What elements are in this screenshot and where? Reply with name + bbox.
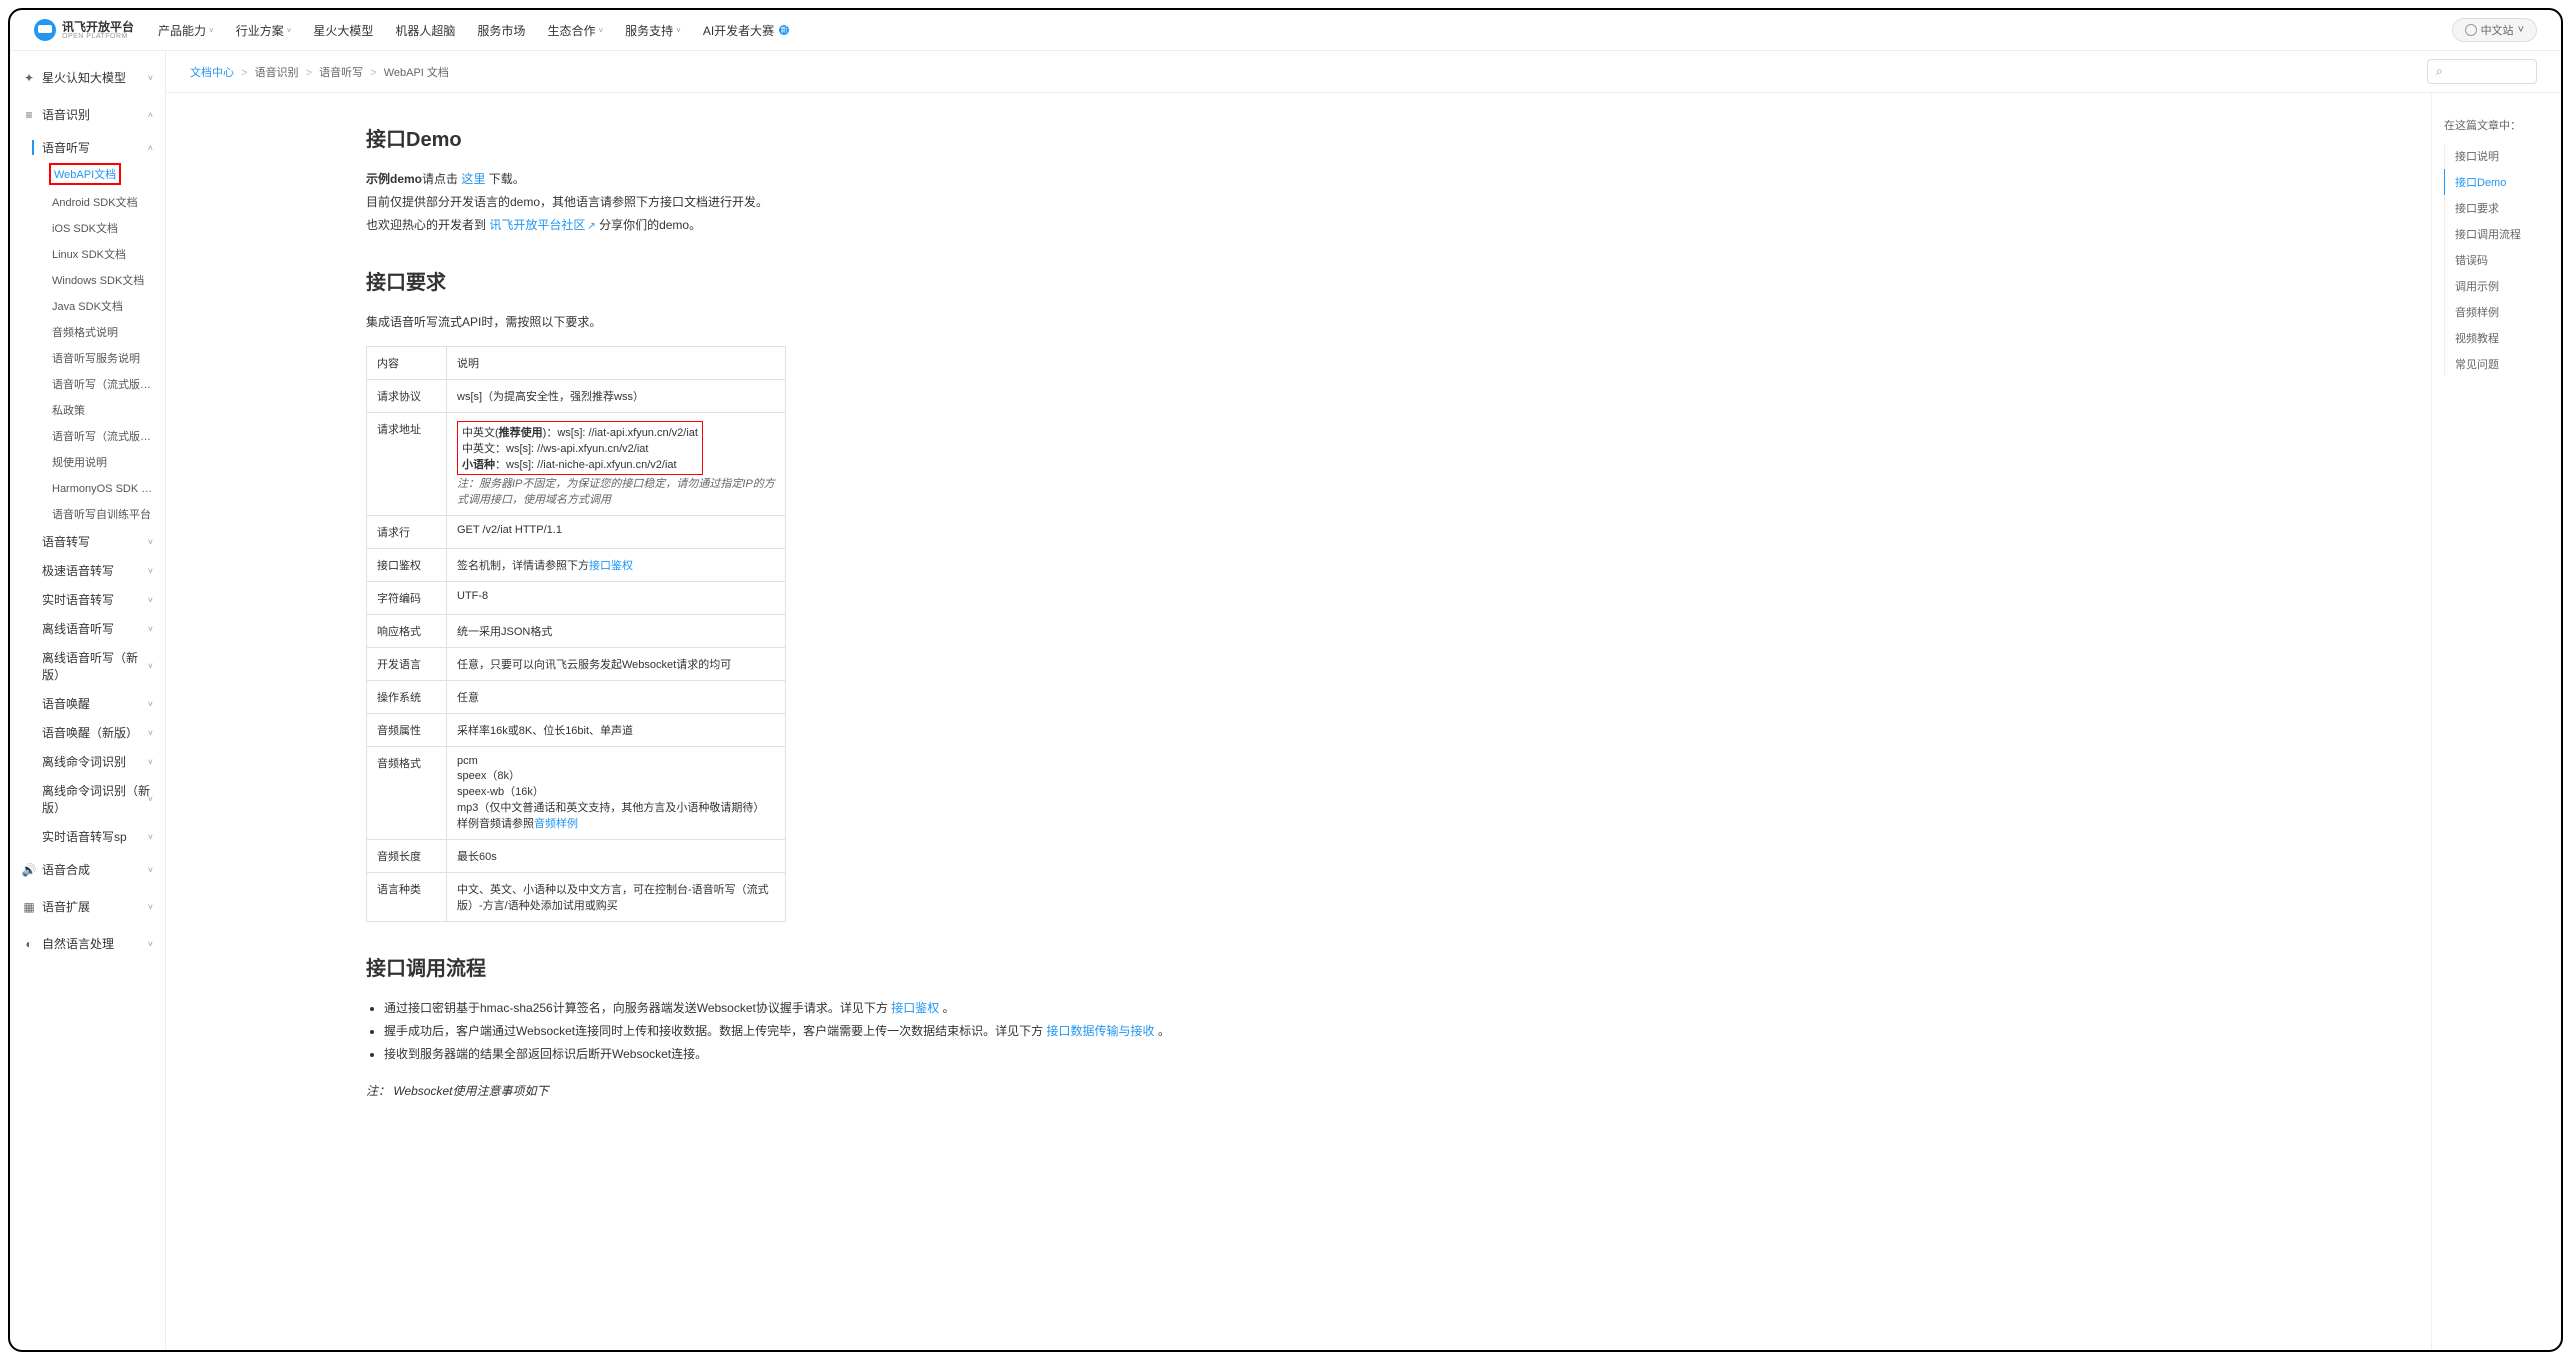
language-label: 中文站 bbox=[2481, 22, 2514, 38]
sidebar-sub-9[interactable]: 实时语音转写sp˅ bbox=[10, 822, 165, 851]
highlighted-endpoints: 中英文(推荐使用)：ws[s]: //iat-api.xfyun.cn/v2/i… bbox=[457, 421, 703, 475]
nav-item-5[interactable]: 生态合作˅ bbox=[547, 22, 603, 39]
sidebar-group-tts[interactable]: 🔊 语音合成 ˅ bbox=[10, 851, 165, 888]
nav-item-0[interactable]: 产品能力˅ bbox=[158, 22, 214, 39]
logo-subtext: OPEN PLATFORM bbox=[62, 33, 134, 40]
community-link[interactable]: 讯飞开放平台社区↗ bbox=[489, 218, 595, 232]
language-switch[interactable]: 中文站 ˅ bbox=[2452, 18, 2537, 42]
nav-item-7[interactable]: AI开发者大赛新 bbox=[703, 22, 789, 39]
sidebar-sub-4[interactable]: 离线语音听写（新版）˅ bbox=[10, 643, 165, 689]
sidebar-sub-5[interactable]: 语音唤醒˅ bbox=[10, 689, 165, 718]
chevron-down-icon: ˅ bbox=[148, 865, 153, 875]
sidebar: ✦ 星火认知大模型 ˅ ≡ 语音识别 ˄ 语音听写 ˄ WebAPI文档 And… bbox=[10, 51, 166, 1350]
sidebar-leaf-8[interactable]: 语音听写（流式版）SDK隐 bbox=[10, 371, 165, 397]
chevron-down-icon: ˅ bbox=[148, 939, 153, 949]
logo[interactable]: 讯飞开放平台 OPEN PLATFORM bbox=[34, 19, 134, 41]
toc-item-5[interactable]: 调用示例 bbox=[2444, 273, 2549, 299]
nav-item-3[interactable]: 机器人超脑 bbox=[395, 22, 455, 39]
sidebar-sub-iat[interactable]: 语音听写 ˄ bbox=[10, 133, 165, 162]
requirements-table: 内容说明 请求协议ws[s]（为提高安全性，强烈推荐wss） 请求地址 中英文(… bbox=[366, 346, 786, 922]
top-bar: 文档中心 > 语音识别 > 语音听写 > WebAPI 文档 ⌕ bbox=[166, 51, 2561, 93]
grid-icon: ▦ bbox=[22, 900, 36, 914]
section-heading-requirements: 接口要求 bbox=[366, 266, 2231, 295]
nav-item-4[interactable]: 服务市场 bbox=[477, 22, 525, 39]
chevron-up-icon: ˄ bbox=[148, 110, 153, 120]
external-link-icon: ↗ bbox=[587, 221, 595, 232]
toc-item-2[interactable]: 接口要求 bbox=[2444, 195, 2549, 221]
chevron-down-icon: ˅ bbox=[148, 902, 153, 912]
sidebar-leaf-webapi[interactable]: WebAPI文档 bbox=[50, 164, 120, 184]
sidebar-sub-8[interactable]: 离线命令词识别（新版）˅ bbox=[10, 776, 165, 822]
breadcrumb-l1[interactable]: 语音识别 bbox=[255, 67, 299, 79]
sidebar-sub-0[interactable]: 语音转写˅ bbox=[10, 527, 165, 556]
search-input[interactable]: ⌕ bbox=[2427, 59, 2537, 84]
sidebar-leaf-3[interactable]: Linux SDK文档 bbox=[10, 241, 165, 267]
sidebar-leaf-13[interactable]: 语音听写自训练平台 bbox=[10, 501, 165, 527]
breadcrumb-home[interactable]: 文档中心 bbox=[190, 67, 234, 79]
spark-icon: ✦ bbox=[22, 71, 36, 85]
sidebar-leaf-12[interactable]: HarmonyOS SDK 文档 bbox=[10, 475, 165, 501]
header: 讯飞开放平台 OPEN PLATFORM 产品能力˅ 行业方案˅ 星火大模型 机器人超… bbox=[10, 10, 2561, 51]
top-nav: 产品能力˅ 行业方案˅ 星火大模型 机器人超脑 服务市场 生态合作˅ 服务支持˅ AI开发者大… bbox=[158, 22, 2428, 39]
sidebar-leaf-6[interactable]: 音频格式说明 bbox=[10, 319, 165, 345]
nav-item-1[interactable]: 行业方案˅ bbox=[236, 22, 292, 39]
sidebar-group-nlp[interactable]: ◐ 自然语言处理 ˅ bbox=[10, 925, 165, 962]
chevron-down-icon: ˅ bbox=[2518, 24, 2524, 36]
globe-icon bbox=[2465, 24, 2477, 36]
breadcrumb: 文档中心 > 语音识别 > 语音听写 > WebAPI 文档 bbox=[190, 64, 449, 80]
logo-text: 讯飞开放平台 bbox=[62, 21, 134, 33]
content: 接口Demo 示例demo请点击 这里 下载。 目前仅提供部分开发语言的demo… bbox=[166, 93, 2431, 1350]
toc-title: 在这篇文章中： bbox=[2444, 117, 2549, 133]
sidebar-group-spark[interactable]: ✦ 星火认知大模型 ˅ bbox=[10, 59, 165, 96]
nlp-icon: ◐ bbox=[22, 937, 36, 951]
voice-icon: ≡ bbox=[22, 108, 36, 122]
logo-icon bbox=[34, 19, 56, 41]
sidebar-leaf-2[interactable]: iOS SDK文档 bbox=[10, 215, 165, 241]
toc-item-3[interactable]: 接口调用流程 bbox=[2444, 221, 2549, 247]
auth-link[interactable]: 接口鉴权 bbox=[589, 560, 633, 572]
breadcrumb-l2[interactable]: 语音听写 bbox=[319, 67, 363, 79]
toc-item-7[interactable]: 视频教程 bbox=[2444, 325, 2549, 351]
chevron-up-icon: ˄ bbox=[148, 143, 153, 153]
sidebar-sub-2[interactable]: 实时语音转写˅ bbox=[10, 585, 165, 614]
nav-item-6[interactable]: 服务支持˅ bbox=[625, 22, 681, 39]
demo-download-link[interactable]: 这里 bbox=[461, 172, 485, 186]
sidebar-sub-6[interactable]: 语音唤醒（新版）˅ bbox=[10, 718, 165, 747]
chevron-down-icon: ˅ bbox=[148, 73, 153, 83]
sidebar-group-asr[interactable]: ≡ 语音识别 ˄ bbox=[10, 96, 165, 133]
breadcrumb-l3: WebAPI 文档 bbox=[384, 67, 449, 79]
sidebar-sub-3[interactable]: 离线语音听写˅ bbox=[10, 614, 165, 643]
table-of-contents: 在这篇文章中： 接口说明接口Demo接口要求接口调用流程错误码调用示例音频样例视… bbox=[2431, 93, 2561, 1350]
flow-auth-link[interactable]: 接口鉴权 bbox=[891, 1001, 939, 1015]
sidebar-leaf-1[interactable]: Android SDK文档 bbox=[10, 189, 165, 215]
sidebar-leaf-4[interactable]: Windows SDK文档 bbox=[10, 267, 165, 293]
toc-item-8[interactable]: 常见问题 bbox=[2444, 351, 2549, 377]
sidebar-leaf-9[interactable]: 私政策 bbox=[10, 397, 165, 423]
sidebar-leaf-7[interactable]: 语音听写服务说明 bbox=[10, 345, 165, 371]
audio-sample-link[interactable]: 音频样例 bbox=[534, 818, 578, 830]
section-heading-demo: 接口Demo bbox=[366, 123, 2231, 152]
sidebar-sub-7[interactable]: 离线命令词识别˅ bbox=[10, 747, 165, 776]
sidebar-sub-1[interactable]: 极速语音转写˅ bbox=[10, 556, 165, 585]
sidebar-leaf-5[interactable]: Java SDK文档 bbox=[10, 293, 165, 319]
toc-item-0[interactable]: 接口说明 bbox=[2444, 143, 2549, 169]
speaker-icon: 🔊 bbox=[22, 863, 36, 877]
sidebar-leaf-10[interactable]: 语音听写（流式版）SDK合 bbox=[10, 423, 165, 449]
nav-item-2[interactable]: 星火大模型 bbox=[313, 22, 373, 39]
section-heading-flow: 接口调用流程 bbox=[366, 952, 2231, 981]
sidebar-leaf-11[interactable]: 规使用说明 bbox=[10, 449, 165, 475]
toc-item-4[interactable]: 错误码 bbox=[2444, 247, 2549, 273]
sidebar-group-voice-ext[interactable]: ▦ 语音扩展 ˅ bbox=[10, 888, 165, 925]
search-icon: ⌕ bbox=[2436, 64, 2443, 79]
toc-item-6[interactable]: 音频样例 bbox=[2444, 299, 2549, 325]
toc-item-1[interactable]: 接口Demo bbox=[2444, 169, 2549, 195]
flow-data-link[interactable]: 接口数据传输与接收 bbox=[1046, 1024, 1154, 1038]
